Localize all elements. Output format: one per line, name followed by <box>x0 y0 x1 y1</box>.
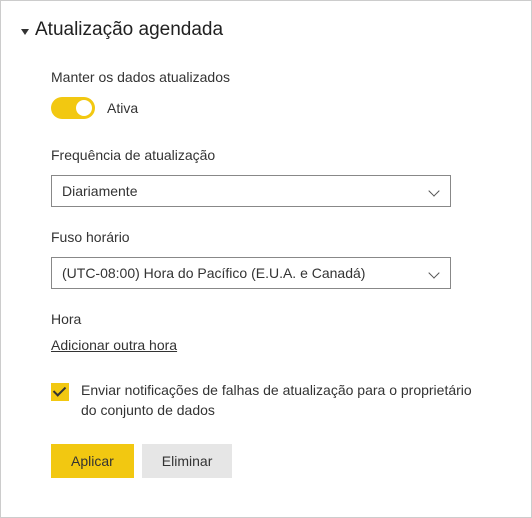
button-row: Aplicar Eliminar <box>51 444 511 478</box>
keep-updated-toggle-row: Ativa <box>51 97 511 119</box>
chevron-down-icon <box>428 185 440 197</box>
delete-button[interactable]: Eliminar <box>142 444 233 478</box>
section-title: Atualização agendada <box>35 19 223 41</box>
time-label: Hora <box>51 311 511 327</box>
notify-checkbox-row: Enviar notificações de falhas de atualiz… <box>51 381 511 420</box>
apply-button[interactable]: Aplicar <box>51 444 134 478</box>
keep-updated-toggle[interactable] <box>51 97 95 119</box>
section-content: Manter os dados atualizados Ativa Frequê… <box>21 69 511 478</box>
caret-down-icon <box>21 29 29 35</box>
toggle-status-label: Ativa <box>107 100 138 116</box>
notify-label: Enviar notificações de falhas de atualiz… <box>81 381 481 420</box>
add-time-link[interactable]: Adicionar outra hora <box>51 337 177 353</box>
chevron-down-icon <box>428 267 440 279</box>
keep-updated-label: Manter os dados atualizados <box>51 69 511 85</box>
timezone-select[interactable]: (UTC-08:00) Hora do Pacífico (E.U.A. e C… <box>51 257 451 289</box>
timezone-label: Fuso horário <box>51 229 511 245</box>
frequency-select[interactable]: Diariamente <box>51 175 451 207</box>
notify-checkbox[interactable] <box>51 383 69 401</box>
toggle-knob <box>76 100 92 116</box>
section-header[interactable]: Atualização agendada <box>21 19 511 41</box>
frequency-label: Frequência de atualização <box>51 147 511 163</box>
frequency-value: Diariamente <box>62 183 137 199</box>
timezone-value: (UTC-08:00) Hora do Pacífico (E.U.A. e C… <box>62 265 365 281</box>
